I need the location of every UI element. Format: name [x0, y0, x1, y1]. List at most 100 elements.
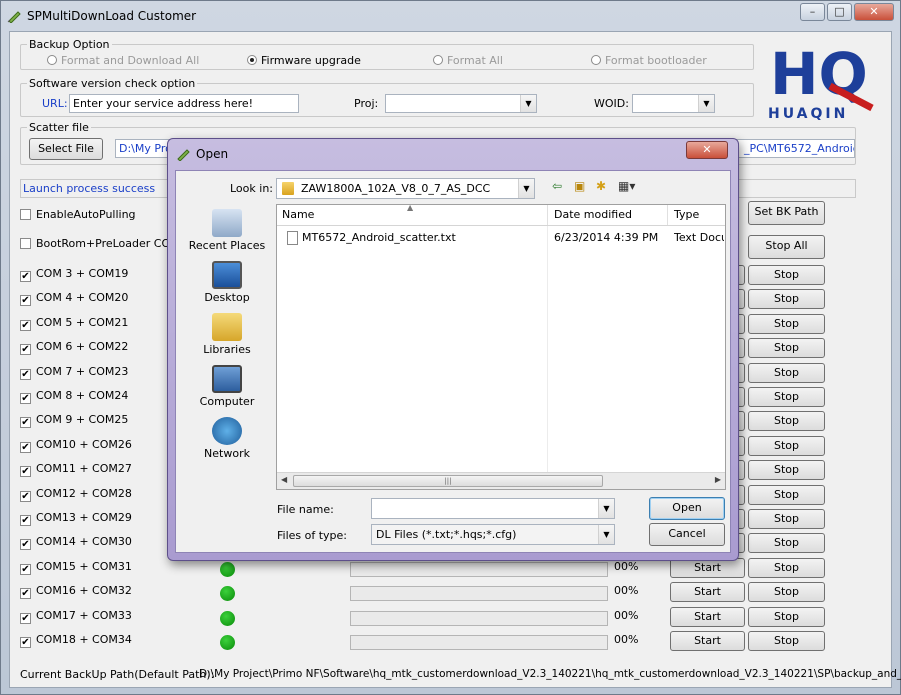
stop-button[interactable]: Stop [748, 582, 825, 602]
port-checkbox[interactable]: ✔ COM14 + COM30 [20, 535, 132, 550]
view-menu-icon[interactable]: ▦▾ [618, 179, 635, 193]
port-checkbox[interactable]: ✔ COM11 + COM27 [20, 462, 132, 477]
look-in-select[interactable]: ZAW1800A_102A_V8_0_7_AS_DCC ▼ [276, 178, 535, 199]
dialog-close-button[interactable]: ✕ [686, 141, 728, 159]
start-button[interactable]: Start [670, 582, 745, 602]
status-led-icon [220, 586, 235, 601]
stop-button[interactable]: Stop [748, 289, 825, 309]
column-name[interactable]: Name [282, 208, 314, 221]
port-checkbox[interactable]: ✔ COM 9 + COM25 [20, 413, 128, 428]
port-checkbox[interactable]: ✔ COM18 + COM34 [20, 633, 132, 648]
stop-button[interactable]: Stop [748, 314, 825, 334]
title-bar[interactable]: SPMultiDownLoad Customer – □ ✕ [1, 1, 900, 31]
recent-places-icon [212, 209, 242, 237]
cancel-button[interactable]: Cancel [649, 523, 725, 546]
stop-button[interactable]: Stop [748, 533, 825, 553]
stop-button[interactable]: Stop [748, 411, 825, 431]
stop-button[interactable]: Stop [748, 338, 825, 358]
port-checkbox[interactable]: ✔ COM 4 + COM20 [20, 291, 128, 306]
checkbox-box [20, 238, 31, 249]
back-icon[interactable]: ⇦ [552, 179, 562, 193]
port-checkbox[interactable]: ✔ COM12 + COM28 [20, 487, 132, 502]
minimize-button[interactable]: – [800, 3, 825, 21]
open-button[interactable]: Open [649, 497, 725, 520]
horizontal-scrollbar[interactable]: ◀ ||| ▶ [277, 472, 725, 489]
column-type[interactable]: Type [674, 208, 699, 221]
radio-firmware-upgrade[interactable]: Firmware upgrade [247, 54, 361, 67]
stop-button[interactable]: Stop [748, 631, 825, 651]
set-bk-path-button[interactable]: Set BK Path [748, 201, 825, 225]
stop-all-button[interactable]: Stop All [748, 235, 825, 259]
maximize-button[interactable]: □ [827, 3, 852, 21]
version-check-group: Software version check option URL: Enter… [20, 77, 754, 117]
checkmark-icon: ✔ [20, 515, 31, 526]
file-name-label: File name: [277, 503, 334, 516]
app-icon [7, 11, 21, 23]
port-checkbox[interactable]: ✔ COM 3 + COM19 [20, 267, 128, 282]
place-recent-places[interactable]: Recent Places [182, 209, 272, 252]
files-of-type-select[interactable]: DL Files (*.txt;*.hqs;*.cfg) ▼ [371, 524, 615, 545]
proj-label: Proj: [354, 97, 379, 110]
stop-button[interactable]: Stop [748, 387, 825, 407]
url-input[interactable]: Enter your service address here! [69, 94, 299, 113]
port-checkbox[interactable]: ✔ COM16 + COM32 [20, 584, 132, 599]
place-computer[interactable]: Computer [182, 365, 272, 408]
close-button[interactable]: ✕ [854, 3, 894, 21]
start-button[interactable]: Start [670, 607, 745, 627]
up-folder-icon[interactable]: ▣ [574, 179, 585, 193]
file-row[interactable]: MT6572_Android_scatter.txt 6/23/2014 4:3… [277, 229, 725, 248]
start-button[interactable]: Start [670, 631, 745, 651]
stop-button[interactable]: Stop [748, 607, 825, 627]
radio-indicator [247, 55, 257, 65]
stop-button[interactable]: Stop [748, 558, 825, 578]
place-desktop[interactable]: Desktop [182, 261, 272, 304]
new-folder-icon[interactable]: ✱ [596, 179, 606, 193]
backup-path-value: D:\My Project\Primo NF\Software\hq_mtk_c… [199, 668, 901, 680]
radio-format-download-all[interactable]: Format and Download All [47, 54, 199, 67]
folder-icon [282, 182, 294, 195]
checkmark-icon: ✔ [20, 393, 31, 404]
checkbox-box [20, 209, 31, 220]
woid-select[interactable]: ▼ [632, 94, 715, 113]
place-network[interactable]: Network [182, 417, 272, 460]
scroll-thumb[interactable]: ||| [293, 475, 603, 487]
checkmark-icon: ✔ [20, 491, 31, 502]
file-name: MT6572_Android_scatter.txt [302, 231, 456, 244]
auto-pulling-checkbox[interactable]: EnableAutoPulling [20, 208, 136, 221]
stop-button[interactable]: Stop [748, 460, 825, 480]
place-libraries[interactable]: Libraries [182, 313, 272, 356]
port-checkbox[interactable]: ✔ COM17 + COM33 [20, 609, 132, 624]
port-checkbox[interactable]: ✔ COM10 + COM26 [20, 438, 132, 453]
scroll-left-icon[interactable]: ◀ [281, 475, 287, 484]
port-checkbox[interactable]: ✔ COM 5 + COM21 [20, 316, 128, 331]
port-checkbox[interactable]: ✔ COM 7 + COM23 [20, 365, 128, 380]
port-checkbox[interactable]: ✔ COM15 + COM31 [20, 560, 132, 575]
scroll-right-icon[interactable]: ▶ [715, 475, 721, 484]
radio-indicator [591, 55, 601, 65]
port-checkbox[interactable]: ✔ COM 8 + COM24 [20, 389, 128, 404]
port-checkbox[interactable]: ✔ COM 6 + COM22 [20, 340, 128, 355]
bootrom-checkbox[interactable]: BootRom+PreLoader COM S [20, 237, 190, 250]
start-button[interactable]: Start [670, 558, 745, 578]
status-text: Launch process success [23, 182, 156, 195]
checkmark-icon: ✔ [20, 295, 31, 306]
chevron-down-icon: ▼ [598, 525, 614, 544]
checkmark-icon: ✔ [20, 613, 31, 624]
port-checkbox[interactable]: ✔ COM13 + COM29 [20, 511, 132, 526]
stop-button[interactable]: Stop [748, 485, 825, 505]
stop-button[interactable]: Stop [748, 436, 825, 456]
radio-format-all[interactable]: Format All [433, 54, 503, 67]
stop-button[interactable]: Stop [748, 509, 825, 529]
select-file-button[interactable]: Select File [29, 138, 103, 160]
progress-percent: 00% [614, 560, 639, 573]
file-name-input[interactable]: ▼ [371, 498, 615, 519]
stop-button[interactable]: Stop [748, 265, 825, 285]
chevron-down-icon: ▼ [598, 499, 614, 518]
proj-select[interactable]: ▼ [385, 94, 537, 113]
column-date-modified[interactable]: Date modified [554, 208, 632, 221]
status-led-icon [220, 635, 235, 650]
stop-button[interactable]: Stop [748, 363, 825, 383]
checkmark-icon: ✔ [20, 539, 31, 550]
file-list: ▲ Name Date modified Type MT6572_Android… [276, 203, 726, 490]
radio-format-bootloader[interactable]: Format bootloader [591, 54, 707, 67]
